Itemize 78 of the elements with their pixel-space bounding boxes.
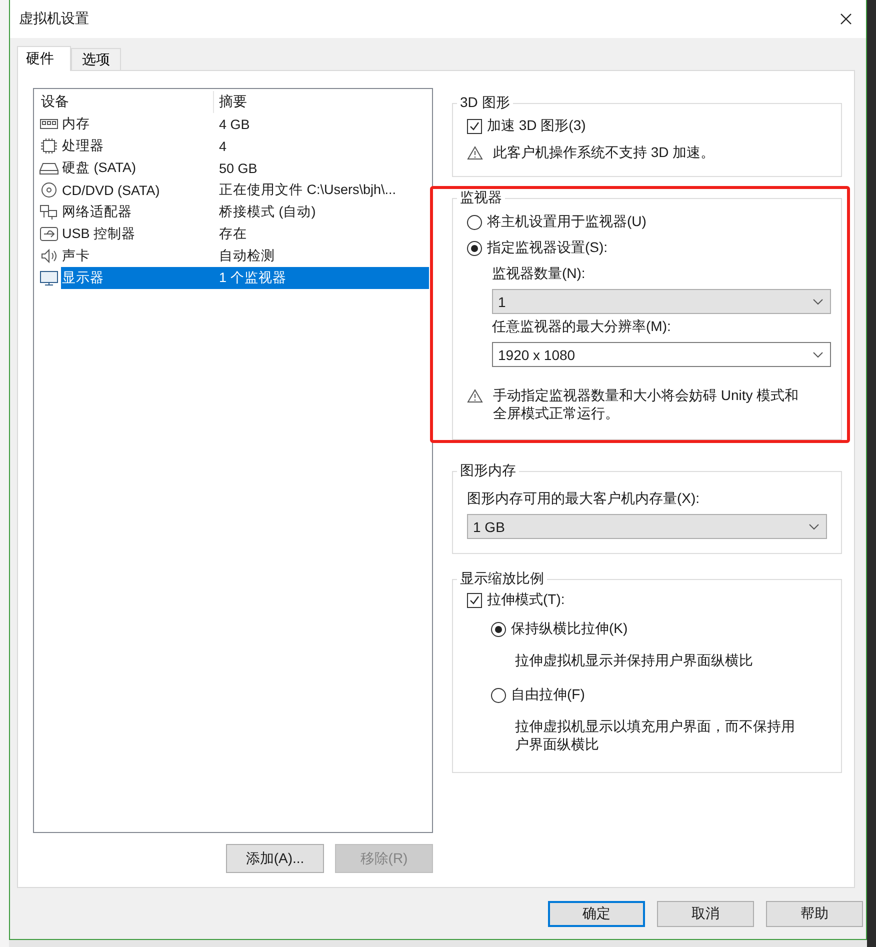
table-cell: 自动检测: [219, 247, 275, 265]
radio-option[interactable]: 保持纵横比拉伸(K): [491, 616, 831, 642]
device-row[interactable]: 声卡 自动检测: [61, 245, 429, 267]
table-cell: 存在: [219, 225, 247, 243]
network-icon: [39, 204, 59, 220]
table-cell-text: CD/DVD (SATA): [61, 182, 161, 198]
table-cell: 4: [219, 138, 227, 154]
window-title: 虚拟机设置: [19, 10, 89, 28]
radio-button[interactable]: [491, 688, 506, 702]
dialog-button[interactable]: 帮助: [766, 901, 863, 927]
checkbox-label: 拉伸模式(T):: [487, 591, 565, 609]
warning-icon: [467, 146, 483, 160]
radio-button[interactable]: [467, 214, 482, 230]
device-row[interactable]: 处理器 4: [61, 135, 429, 157]
checkbox[interactable]: [467, 592, 482, 608]
checkbox[interactable]: [467, 118, 482, 134]
field-label: 图形内存可用的最大客户机内存量(X):: [467, 490, 701, 508]
dialog-button[interactable]: 确定: [548, 901, 645, 927]
radio-label: 将主机设置用于监视器(U): [487, 213, 646, 231]
group-title: 监视器: [459, 189, 503, 207]
stretch-checkbox[interactable]: 拉伸模式(T):: [467, 588, 831, 612]
device-row[interactable]: USB 控制器 存在: [61, 223, 429, 245]
dropdown[interactable]: 1: [492, 289, 831, 314]
table-cell-text: 声卡: [61, 247, 91, 265]
device-row[interactable]: 显示器 1 个监视器: [61, 267, 429, 289]
dialog-button[interactable]: 取消: [657, 901, 754, 927]
table-cell: 桥接模式 (自动): [219, 203, 316, 221]
field-label: 任意监视器的最大分辨率(M):: [492, 318, 672, 336]
device-row[interactable]: 硬盘 (SATA) 50 GB: [61, 157, 429, 179]
option-description: 拉伸虚拟机显示并保持用户界面纵横比: [514, 651, 754, 670]
table-cell-text: 处理器: [61, 137, 105, 155]
table-cell-text: 显示器: [61, 269, 105, 287]
table-cell-text: USB 控制器: [61, 225, 137, 243]
radio-option[interactable]: 将主机设置用于监视器(U): [467, 209, 831, 235]
display-icon: [39, 270, 59, 286]
warning-text: 此客户机操作系统不支持 3D 加速。: [493, 144, 715, 162]
tab[interactable]: 硬件: [17, 46, 71, 71]
memory-icon: [39, 116, 59, 132]
group-title: 图形内存: [459, 462, 517, 480]
tab[interactable]: 选项: [71, 48, 121, 70]
device-row[interactable]: CD/DVD (SATA) 正在使用文件 C:\Users\bjh\...: [61, 179, 429, 201]
radio-label: 自由拉伸(F): [511, 686, 585, 704]
radio-button[interactable]: [491, 622, 506, 636]
radio-option[interactable]: 自由拉伸(F): [491, 682, 831, 708]
dropdown[interactable]: 1920 x 1080: [492, 342, 831, 367]
column-header[interactable]: 设备: [37, 91, 214, 113]
radio-option[interactable]: 指定监视器设置(S):: [467, 235, 831, 261]
column-header[interactable]: 摘要: [214, 91, 429, 113]
table-cell: 正在使用文件 C:\Users\bjh\...: [219, 181, 396, 199]
table-cell: 4 GB: [219, 116, 250, 132]
table-cell: 1 个监视器: [219, 269, 286, 287]
device-row[interactable]: 网络适配器 桥接模式 (自动): [61, 201, 429, 223]
radio-button[interactable]: [467, 240, 482, 256]
radio-label: 保持纵横比拉伸(K): [511, 620, 628, 638]
radio-label: 指定监视器设置(S):: [487, 239, 608, 257]
warning-text: 手动指定监视器数量和大小将会妨碍 Unity 模式和全屏模式正常运行。: [493, 387, 800, 423]
sound-icon: [39, 248, 59, 264]
accelerate-checkbox[interactable]: 加速 3D 图形(3): [467, 114, 831, 138]
chevron-down-icon: [809, 524, 819, 530]
table-cell-text: 硬盘 (SATA): [61, 159, 137, 177]
close-icon[interactable]: [840, 13, 852, 25]
dropdown[interactable]: 1 GB: [467, 514, 827, 539]
table-cell-text: 内存: [61, 115, 91, 133]
chevron-down-icon: [813, 298, 823, 304]
device-row[interactable]: 内存 4 GB: [61, 113, 429, 135]
checkbox-label: 加速 3D 图形(3): [487, 117, 586, 135]
group-title: 3D 图形: [459, 94, 511, 112]
table-cell: 50 GB: [219, 160, 258, 176]
table-cell-text: 网络适配器: [61, 203, 133, 221]
option-description: 拉伸虚拟机显示以填充用户界面，而不保持用户界面纵横比: [514, 717, 796, 754]
cd-icon: [39, 182, 59, 198]
warning-icon: [467, 389, 483, 403]
cpu-icon: [39, 138, 59, 154]
usb-icon: [39, 226, 59, 242]
field-label: 监视器数量(N):: [492, 265, 586, 283]
group-title: 显示缩放比例: [459, 570, 545, 588]
list-button[interactable]: 添加(A)...: [226, 844, 324, 873]
chevron-down-icon: [813, 352, 823, 358]
